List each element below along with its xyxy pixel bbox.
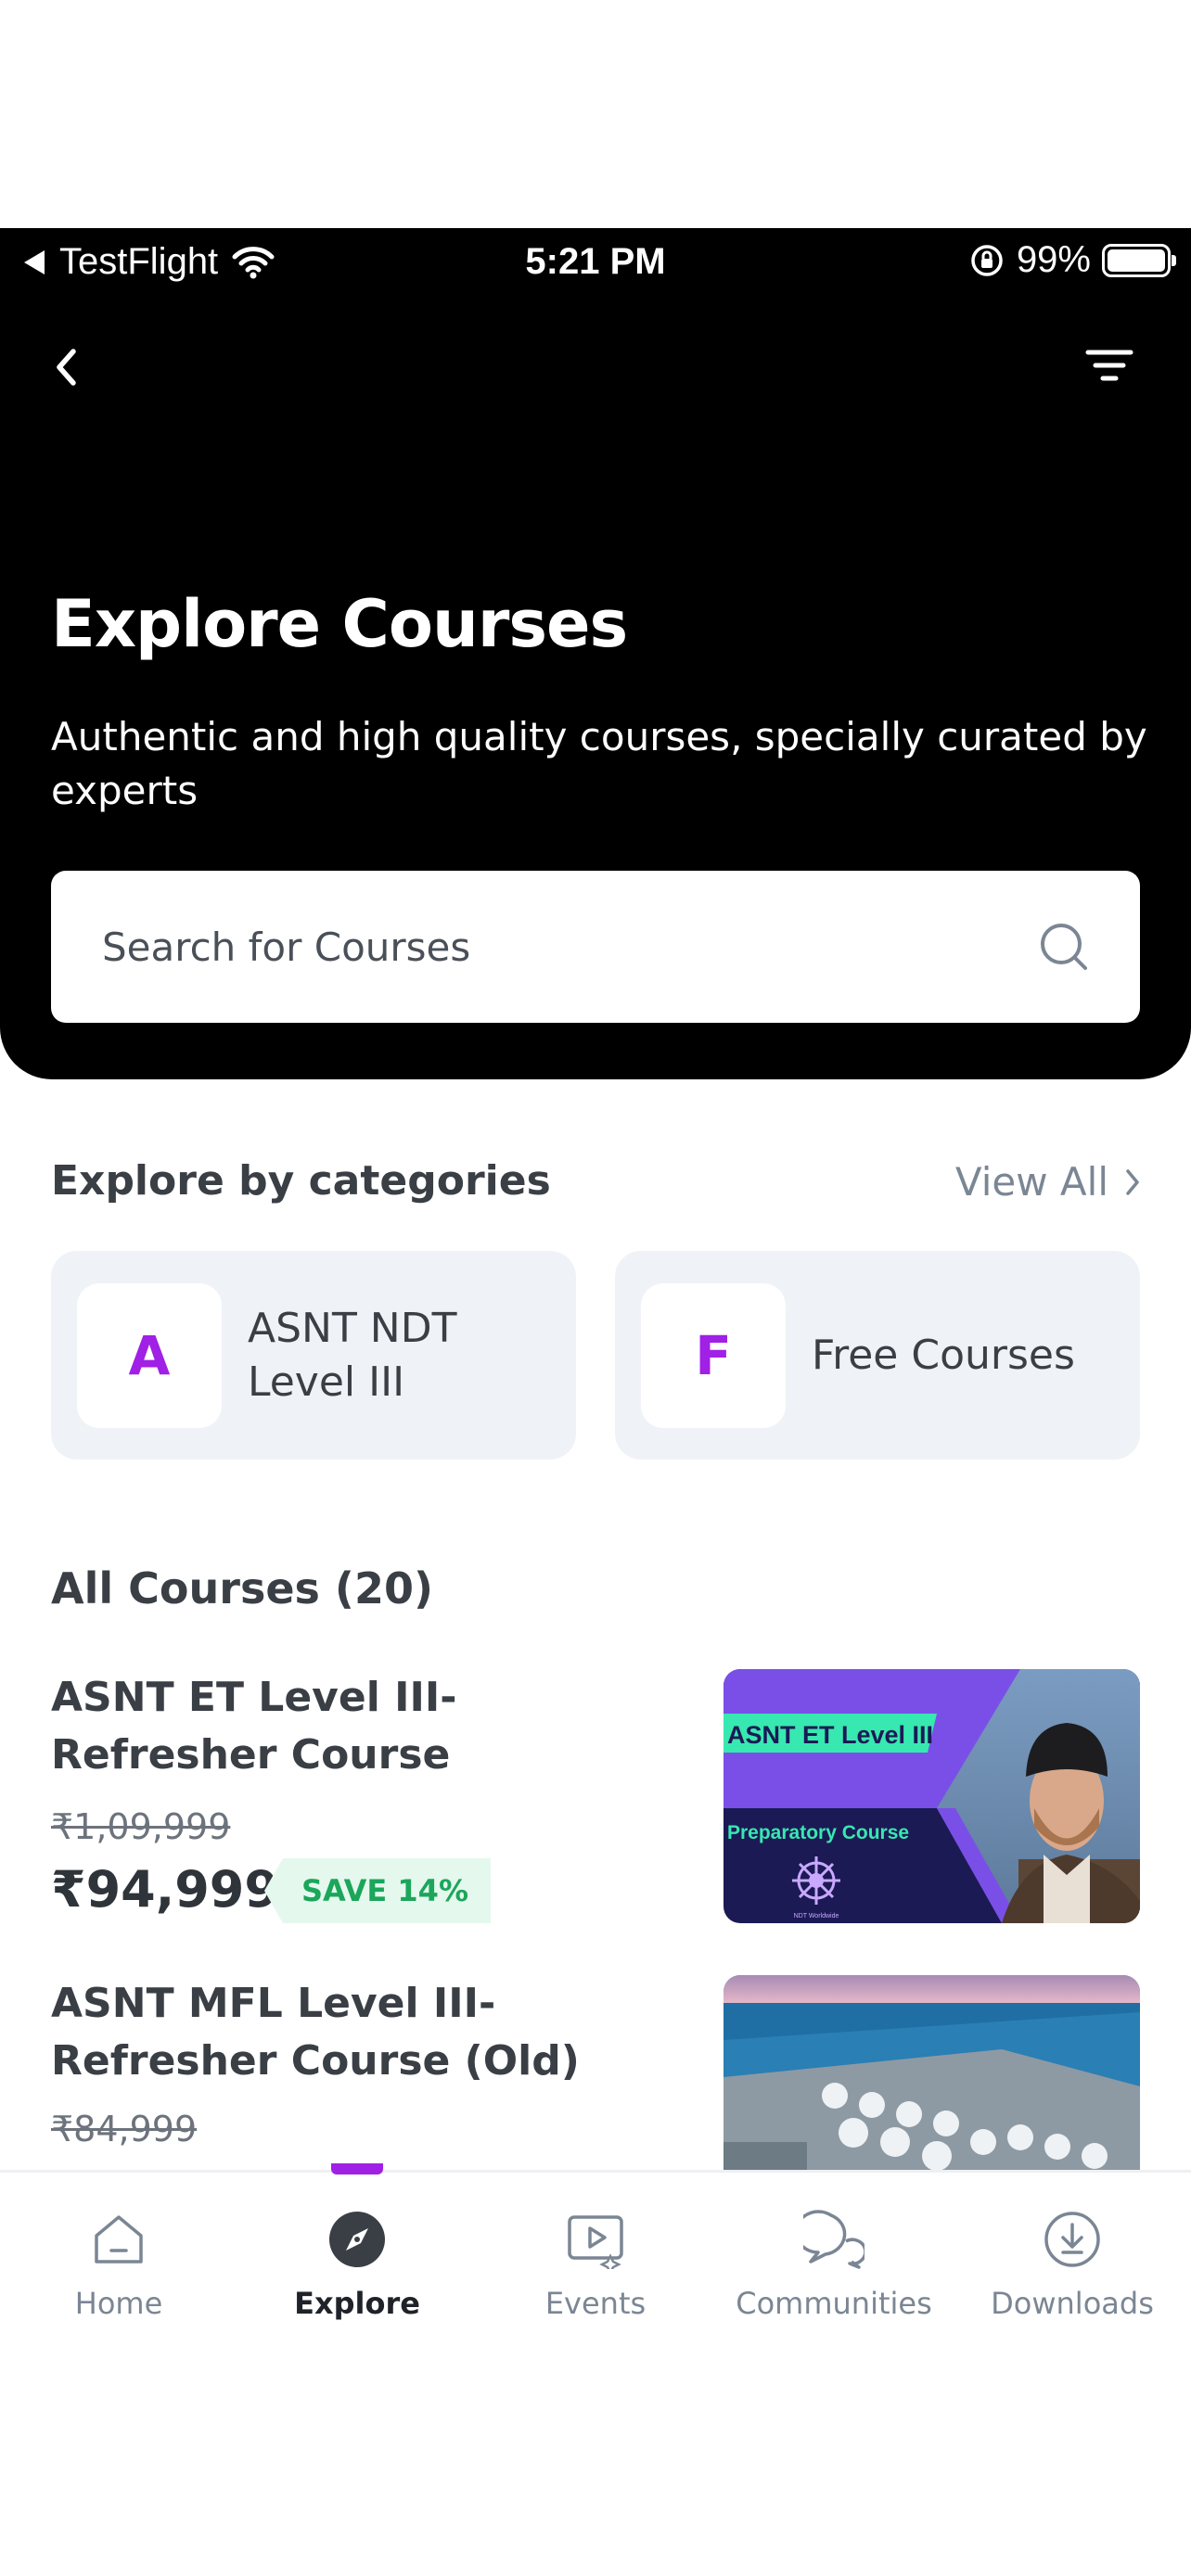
all-courses-heading: All Courses (20) [51, 1563, 433, 1613]
filter-icon [1085, 350, 1133, 381]
battery-icon [1102, 243, 1176, 277]
bottom-blank-area [0, 2383, 1191, 2576]
tab-label: Explore [294, 2286, 420, 2321]
thumb-title-text: ASNT ET Level III [727, 1721, 933, 1749]
battery-percent: 99% [1016, 239, 1091, 280]
course-old-price: ₹84,999 [51, 2109, 198, 2149]
status-bar-right: 99% [968, 239, 1176, 281]
course-item[interactable]: ASNT MFL Level III-Refresher Course (Old… [51, 1975, 1140, 2170]
orientation-lock-icon [971, 244, 1003, 276]
category-card-free-courses[interactable]: F Free Courses [615, 1251, 1140, 1460]
category-card-asnt-ndt[interactable]: A ASNT NDT Level III [51, 1251, 576, 1460]
course-item[interactable]: ASNT ET Level III-Refresher Course ₹1,09… [51, 1669, 1140, 1925]
search-icon[interactable] [1038, 921, 1090, 973]
filter-button[interactable] [1080, 338, 1139, 393]
tab-explore[interactable]: Explore [250, 2210, 464, 2321]
view-all-link[interactable]: View All [955, 1159, 1140, 1205]
search-box[interactable] [51, 871, 1140, 1023]
view-all-label: View All [954, 1159, 1108, 1205]
course-price: ₹94,999 [51, 1860, 279, 1919]
category-letter-tile: F [641, 1282, 786, 1428]
chevron-right-icon [1126, 1168, 1139, 1195]
course-title: ASNT MFL Level III-Refresher Course (Old… [51, 1980, 580, 2085]
chevron-left-icon [57, 349, 76, 386]
tab-label: Communities [736, 2286, 932, 2321]
tab-label: Home [74, 2286, 163, 2321]
course-thumbnail-image [724, 1975, 1140, 2170]
course-thumbnail[interactable] [724, 1975, 1140, 2170]
top-blank-area [0, 0, 1191, 228]
tab-downloads[interactable]: Downloads [966, 2210, 1179, 2321]
category-name: ASNT NDT Level III [248, 1304, 457, 1406]
tab-home[interactable]: Home [12, 2210, 225, 2321]
status-bar: TestFlight 5:21 PM 99% [0, 228, 1191, 295]
save-badge: SAVE 14% [264, 1858, 491, 1923]
thumb-logo-text: NDT Worldwide [794, 1913, 839, 1919]
tab-events[interactable]: Events [489, 2210, 702, 2321]
course-old-price: ₹1,09,999 [51, 1806, 231, 1847]
course-thumbnail[interactable]: ASNT ET Level III Preparatory Course NDT… [724, 1669, 1140, 1923]
bottom-tab-bar: Home Explore Events Communities Download… [0, 2163, 1191, 2383]
course-thumbnail-image: ASNT ET Level III Preparatory Course NDT… [724, 1669, 1140, 1923]
course-title: ASNT ET Level III-Refresher Course [51, 1674, 457, 1779]
video-icon [568, 2215, 623, 2269]
back-button[interactable] [43, 339, 89, 395]
compass-icon [329, 2212, 385, 2267]
category-letter-tile: A [77, 1282, 222, 1428]
thumb-subtitle-text: Preparatory Course [727, 1822, 909, 1843]
chat-icon [803, 2210, 864, 2269]
search-input[interactable] [102, 924, 1038, 970]
download-icon [1044, 2212, 1100, 2267]
categories-heading: Explore by categories [51, 1157, 551, 1205]
active-tab-indicator [331, 2163, 383, 2174]
home-icon [95, 2215, 143, 2264]
tab-communities[interactable]: Communities [727, 2210, 941, 2321]
page-title-text: Explore Courses [51, 586, 628, 662]
tab-label: Events [544, 2286, 647, 2321]
category-name: Free Courses [812, 1331, 1075, 1379]
page-subtitle: Authentic and high quality courses, spec… [51, 714, 1147, 813]
tab-label: Downloads [991, 2286, 1154, 2321]
